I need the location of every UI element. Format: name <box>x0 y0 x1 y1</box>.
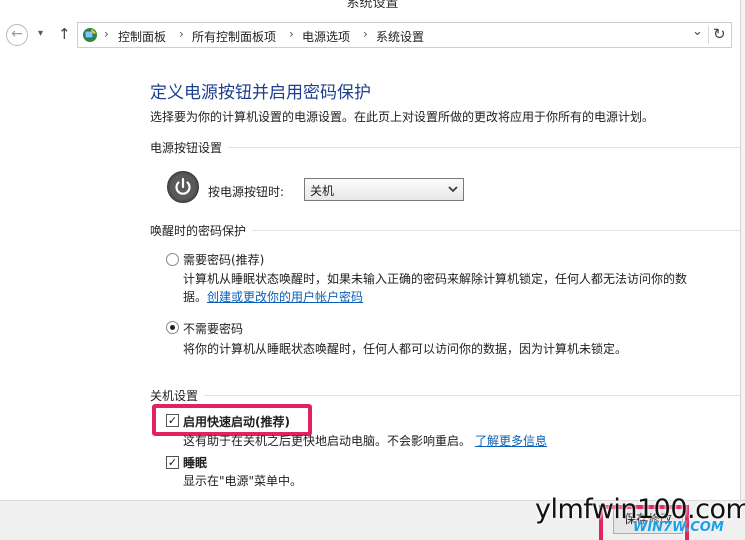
require-password-radio[interactable] <box>166 253 179 266</box>
wake-password-section-title: 唤醒时的密码保护 <box>150 222 253 239</box>
description-text: 据。 <box>183 290 208 304</box>
power-button-section-title: 电源按钮设置 <box>150 139 229 156</box>
require-password-label[interactable]: 需要密码(推荐) <box>183 251 264 268</box>
back-button[interactable]: ← <box>6 24 28 46</box>
breadcrumb-separator: › <box>104 27 109 41</box>
breadcrumb-system-settings[interactable]: 系统设置 <box>376 28 424 45</box>
recent-pages-dropdown-icon[interactable]: ▾ <box>38 28 43 39</box>
no-password-radio[interactable] <box>166 321 179 334</box>
no-password-description: 将你的计算机从睡眠状态唤醒时，任何人都可以访问你的数据，因为计算机未锁定。 <box>183 342 628 356</box>
page-title: 定义电源按钮并启用密码保护 <box>150 83 371 103</box>
power-button-action-select[interactable]: 关机 <box>304 178 464 201</box>
fast-startup-checkbox[interactable]: ✓ <box>166 414 179 427</box>
power-button-action-value: 关机 <box>310 184 335 198</box>
no-password-label[interactable]: 不需要密码 <box>183 320 243 337</box>
change-password-link[interactable]: 创建或更改你的用户帐户密码 <box>207 290 363 304</box>
title-bar: 系统设置 <box>0 0 745 12</box>
section-divider <box>150 395 740 396</box>
search-box-edge <box>740 0 745 540</box>
breadcrumb-all-items[interactable]: 所有控制面板项 <box>192 28 276 45</box>
require-password-description: 计算机从睡眠状态唤醒时，如果未输入正确的密码来解除计算机锁定，任何人都无法访问你… <box>183 272 688 286</box>
require-password-description-cont: 据。创建或更改你的用户帐户密码 <box>183 288 363 305</box>
breadcrumb-control-panel[interactable]: 控制面板 <box>118 28 166 45</box>
radio-selected-dot <box>170 325 175 330</box>
address-divider <box>708 26 709 44</box>
address-bar[interactable]: › 控制面板 › 所有控制面板项 › 电源选项 › 系统设置 ⌄ ↻ <box>77 22 732 48</box>
breadcrumb-power-options[interactable]: 电源选项 <box>302 28 350 45</box>
power-button-label: 按电源按钮时: <box>208 185 285 199</box>
power-icon <box>167 171 199 203</box>
watermark-subtext: WIN7W.COM <box>633 520 724 535</box>
fast-startup-label[interactable]: 启用快速启动(推荐) <box>183 413 290 430</box>
learn-more-link[interactable]: 了解更多信息 <box>475 434 547 448</box>
breadcrumb-separator: › <box>289 27 294 41</box>
breadcrumb-separator: › <box>179 27 184 41</box>
control-panel-icon <box>83 28 97 42</box>
chevron-down-icon <box>448 186 458 193</box>
window-title: 系统设置 <box>346 0 399 11</box>
description-text: 这有助于在关机之后更快地启动电脑。不会影响重启。 <box>183 434 472 448</box>
fast-startup-description: 这有助于在关机之后更快地启动电脑。不会影响重启。 了解更多信息 <box>183 432 547 449</box>
breadcrumb-separator: › <box>363 27 368 41</box>
address-dropdown-icon[interactable]: ⌄ <box>692 24 703 39</box>
up-button[interactable]: ↑ <box>58 25 71 43</box>
sleep-description: 显示在"电源"菜单中。 <box>183 474 303 488</box>
sleep-label[interactable]: 睡眠 <box>183 454 207 471</box>
refresh-icon[interactable]: ↻ <box>713 25 726 43</box>
section-divider <box>150 147 740 148</box>
page-description: 选择要为你的计算机设置的电源设置。在此页上对设置所做的更改将应用于你所有的电源计… <box>150 110 655 124</box>
sleep-checkbox[interactable]: ✓ <box>166 456 179 469</box>
shutdown-section-title: 关机设置 <box>150 387 205 404</box>
